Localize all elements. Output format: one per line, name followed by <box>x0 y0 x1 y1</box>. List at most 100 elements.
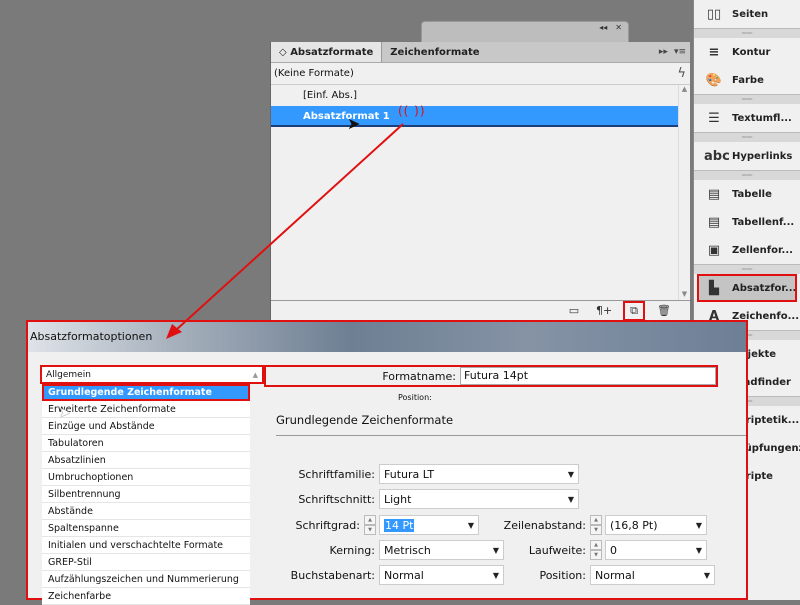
panel-footer: ▭ ¶+ ⧉ 🗑 <box>271 300 690 321</box>
dock-item-label: Tabelle <box>732 188 772 200</box>
tracking-label: Laufweite: <box>528 543 586 557</box>
current-format-row: (Keine Formate) ϟ <box>271 63 690 85</box>
dock-item-table-styles[interactable]: ▤ Tabellenf... <box>694 208 800 236</box>
leading-stepper[interactable]: ▲ ▼ <box>590 515 602 535</box>
sidebar-item[interactable]: Tabulatoren <box>42 435 250 452</box>
format-name-row: Formatname: Futura 14pt <box>264 365 718 387</box>
position-field-label: Position: <box>539 568 586 582</box>
sidebar-item[interactable]: Einzüge und Abstände <box>42 418 250 435</box>
chevron-down-icon: ▼ <box>695 545 702 555</box>
folder-icon[interactable]: ▭ <box>566 304 582 317</box>
list-item-einf-abs[interactable]: [Einf. Abs.] <box>271 85 678 106</box>
case-select[interactable]: Normal ▼ <box>379 565 504 585</box>
sidebar-item[interactable]: Absatzlinien <box>42 452 250 469</box>
paragraph-styles-panel: ◇ Absatzformate Zeichenformate ▸▸ ▾≡ (Ke… <box>270 42 690 321</box>
panel-menu-icon[interactable]: ▾≡ <box>674 42 686 63</box>
click-indicator: (( )) <box>398 104 426 118</box>
chevron-down-icon: ▼ <box>492 570 499 580</box>
dock-item-label: Textumfl... <box>732 112 792 124</box>
leading-label: Zeilenabstand: <box>503 518 586 532</box>
dialog-title: Absatzformatoptionen <box>28 322 746 352</box>
close-icon[interactable]: ✕ <box>615 22 622 34</box>
dialog-sidebar: Allgemein ▲ Grundlegende Zeichenformate E… <box>40 365 264 605</box>
table-styles-icon: ▤ <box>707 214 721 230</box>
paragraph-styles-icon: ▙ <box>709 280 719 296</box>
collapse-icon[interactable]: ◂◂ <box>599 22 607 34</box>
sidebar-item[interactable]: Zeichenfarbe <box>42 588 250 605</box>
color-palette-icon: 🎨 <box>705 72 723 88</box>
dock-item-label: Zellenfor... <box>732 244 793 256</box>
section-divider <box>276 435 746 436</box>
dock-item-color-palette[interactable]: 🎨 Farbe <box>694 66 800 94</box>
tracking-select[interactable]: 0 ▼ <box>605 540 707 560</box>
tracking-stepper[interactable]: ▲ ▼ <box>590 540 602 560</box>
new-style-icon[interactable]: ⧉ <box>623 300 645 321</box>
font-size-label: Schriftgrad: <box>295 518 360 532</box>
dock-item-label: Farbe <box>732 74 764 86</box>
chevron-down-icon: ▼ <box>467 520 474 530</box>
dock-item-stroke[interactable]: ≡ Kontur <box>694 38 800 66</box>
format-name-input[interactable]: Futura 14pt <box>460 367 716 385</box>
dock-separator[interactable]: ┅┅┅ <box>694 264 800 274</box>
format-name-label: Formatname: <box>382 369 456 383</box>
trash-icon[interactable]: 🗑 <box>656 304 672 317</box>
dock-item-cell-styles[interactable]: ▣ Zellenfor... <box>694 236 800 264</box>
sidebar-item[interactable]: Spaltenspanne <box>42 520 250 537</box>
cell-styles-icon: ▣ <box>707 242 721 258</box>
case-label: Buchstabenart: <box>290 568 375 582</box>
table-icon: ▤ <box>707 186 721 202</box>
section-title: Grundlegende Zeichenformate <box>276 413 454 427</box>
sidebar-item[interactable]: Erweiterte Zeichenformate <box>42 401 250 418</box>
dock-separator[interactable]: ┅┅┅ <box>694 132 800 142</box>
tab-absatzformate[interactable]: ◇ Absatzformate <box>271 42 383 62</box>
expand-icon[interactable]: ▸▸ <box>659 42 668 63</box>
tab-zeichenformate[interactable]: Zeichenformate <box>382 42 487 62</box>
paragraph-style-options-dialog: Absatzformatoptionen Allgemein ▲ Grundle… <box>26 320 748 605</box>
sidebar-item[interactable]: Silbentrennung <box>42 486 250 503</box>
panel-tabs: ◇ Absatzformate Zeichenformate ▸▸ ▾≡ <box>271 42 690 63</box>
font-size-select[interactable]: 14 Pt ▼ <box>379 515 479 535</box>
chevron-down-icon: ▼ <box>567 494 574 504</box>
dock-item-label: Hyperlinks <box>732 150 793 162</box>
dock-item-label: Seiten <box>732 8 769 20</box>
dock-item-pages[interactable]: ▯▯ Seiten <box>694 0 800 28</box>
dock-item-label: Tabellenf... <box>732 216 795 228</box>
mouse-cursor-icon: ➤ <box>59 405 71 421</box>
list-scrollbar[interactable]: ▲ ▼ <box>678 85 690 300</box>
sidebar-item[interactable]: GREP-Stil <box>42 554 250 571</box>
sidebar-item[interactable]: Umbruchoptionen <box>42 469 250 486</box>
dialog-main: Formatname: Futura 14pt Position: Grundl… <box>264 365 746 598</box>
font-family-select[interactable]: Futura LT ▼ <box>379 464 579 484</box>
font-family-label: Schriftfamilie: <box>298 467 375 481</box>
pages-icon: ▯▯ <box>706 6 722 22</box>
font-size-stepper[interactable]: ▲ ▼ <box>364 515 376 535</box>
paragraph-style-list: [Einf. Abs.] Absatzformat 1 <box>271 85 678 300</box>
dock-separator[interactable]: ┅┅┅ <box>694 94 800 104</box>
chevron-down-icon: ▼ <box>492 545 499 555</box>
sidebar-item[interactable]: Aufzählungszeichen und Nummerierung <box>42 571 250 588</box>
scroll-up-icon[interactable]: ▲ <box>253 371 258 379</box>
sidebar-header[interactable]: Allgemein ▲ <box>40 365 264 384</box>
font-style-label: Schriftschnitt: <box>298 492 375 506</box>
list-item-absatzformat-1[interactable]: Absatzformat 1 <box>271 106 678 127</box>
chevron-down-icon: ▼ <box>703 570 710 580</box>
dock-item-table[interactable]: ▤ Tabelle <box>694 180 800 208</box>
dock-separator[interactable]: ┅┅┅ <box>694 28 800 38</box>
dock-separator[interactable]: ┅┅┅ <box>694 170 800 180</box>
lightning-icon[interactable]: ϟ <box>677 66 686 81</box>
position-select[interactable]: Normal ▼ <box>590 565 715 585</box>
dock-item-label: Kontur <box>732 46 771 58</box>
font-style-select[interactable]: Light ▼ <box>379 489 579 509</box>
dock-item-hyperlinks[interactable]: abc Hyperlinks <box>694 142 800 170</box>
leading-select[interactable]: (16,8 Pt) ▼ <box>605 515 707 535</box>
clear-overrides-icon[interactable]: ¶+ <box>596 304 612 317</box>
kerning-select[interactable]: Metrisch ▼ <box>379 540 504 560</box>
sidebar-item[interactable]: Initialen und verschachtelte Formate <box>42 537 250 554</box>
sidebar-item[interactable]: Grundlegende Zeichenformate <box>42 384 250 401</box>
hyperlinks-icon: abc <box>704 148 730 164</box>
dock-item-text-wrap[interactable]: ☰ Textumfl... <box>694 104 800 132</box>
dock-item-paragraph-styles[interactable]: ▙ Absatzfor... <box>697 274 797 302</box>
sidebar-item[interactable]: Abstände <box>42 503 250 520</box>
position-label: Position: <box>398 393 432 402</box>
current-format-label: (Keine Formate) <box>274 68 354 79</box>
